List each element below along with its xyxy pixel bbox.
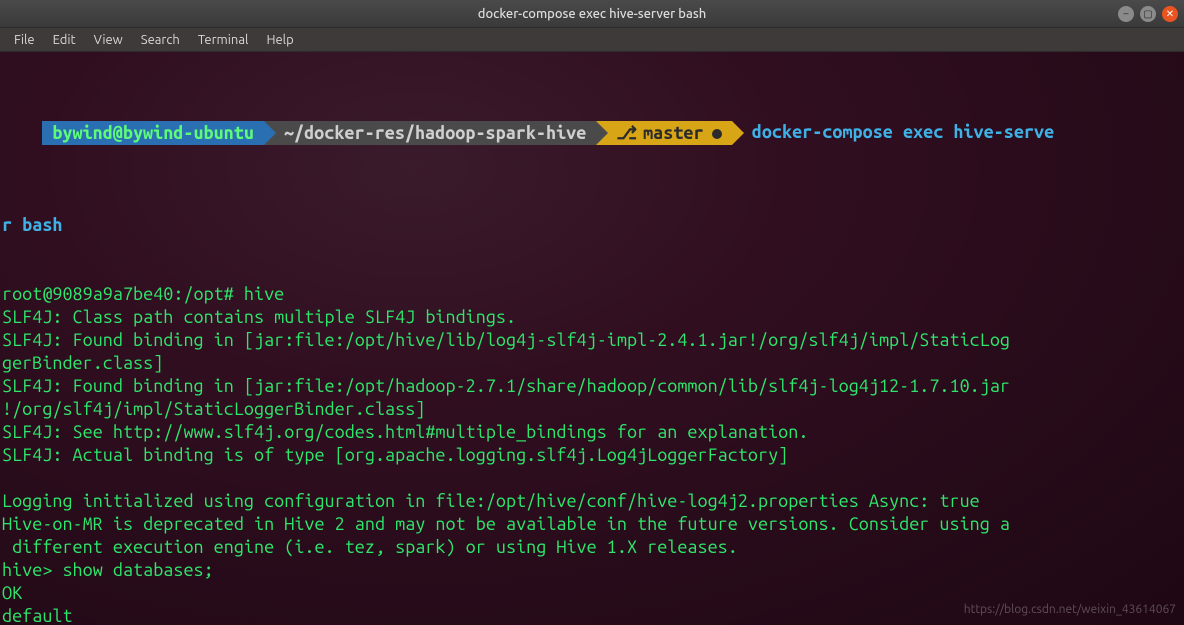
terminal-line	[2, 467, 1182, 490]
prompt-command-wrap: r bash	[2, 214, 1182, 237]
maximize-button[interactable]: ▢	[1140, 6, 1156, 22]
terminal-line: root@9089a9a7be40:/opt# hive	[2, 283, 1182, 306]
menu-view[interactable]: View	[86, 31, 131, 49]
terminal-line: different execution engine (i.e. tez, sp…	[2, 536, 1182, 559]
window-controls: – ▢ ✕	[1118, 6, 1178, 22]
terminal-output: root@9089a9a7be40:/opt# hiveSLF4J: Class…	[2, 283, 1182, 625]
close-button[interactable]: ✕	[1162, 6, 1178, 22]
terminal-line: SLF4J: See http://www.slf4j.org/codes.ht…	[2, 421, 1182, 444]
git-branch-icon: ⎇	[616, 123, 637, 143]
terminal-pane[interactable]: bywind@bywind-ubuntu ~/docker-res/hadoop-…	[0, 52, 1184, 625]
menu-search[interactable]: Search	[133, 31, 188, 49]
prompt-path: ~/docker-res/hadoop-spark-hive	[264, 121, 596, 145]
prompt-command: docker-compose exec hive-serve	[732, 122, 1055, 142]
terminal-line: !/org/slf4j/impl/StaticLoggerBinder.clas…	[2, 398, 1182, 421]
git-dirty-icon	[712, 129, 722, 139]
terminal-line: gerBinder.class]	[2, 352, 1182, 375]
menu-terminal[interactable]: Terminal	[190, 31, 257, 49]
watermark: https://blog.csdn.net/weixin_43614067	[964, 598, 1176, 621]
prompt-command-text: docker-compose exec hive-serve	[752, 122, 1054, 142]
prompt-user-host: bywind@bywind-ubuntu	[42, 121, 264, 145]
prompt-line: bywind@bywind-ubuntu ~/docker-res/hadoop-…	[2, 98, 1182, 168]
terminal-line: SLF4J: Actual binding is of type [org.ap…	[2, 444, 1182, 467]
menubar: File Edit View Search Terminal Help	[0, 28, 1184, 52]
menu-help[interactable]: Help	[258, 31, 301, 49]
terminal-line: SLF4J: Found binding in [jar:file:/opt/h…	[2, 329, 1182, 352]
minimize-button[interactable]: –	[1118, 6, 1134, 22]
titlebar: docker-compose exec hive-server bash – ▢…	[0, 0, 1184, 28]
prompt-git: ⎇ master	[596, 121, 731, 145]
terminal-line: Hive-on-MR is deprecated in Hive 2 and m…	[2, 513, 1182, 536]
prompt-path-text: ~/docker-res/hadoop-spark-hive	[284, 123, 586, 143]
terminal-line: SLF4J: Found binding in [jar:file:/opt/h…	[2, 375, 1182, 398]
terminal-line: Logging initialized using configuration …	[2, 490, 1182, 513]
git-branch-name: master	[643, 123, 703, 143]
terminal-line: SLF4J: Class path contains multiple SLF4…	[2, 306, 1182, 329]
prompt-user-host-text: bywind@bywind-ubuntu	[52, 123, 254, 143]
menu-edit[interactable]: Edit	[45, 31, 84, 49]
terminal-line: hive> show databases;	[2, 559, 1182, 582]
window-title: docker-compose exec hive-server bash	[478, 7, 706, 21]
menu-file[interactable]: File	[6, 31, 43, 49]
